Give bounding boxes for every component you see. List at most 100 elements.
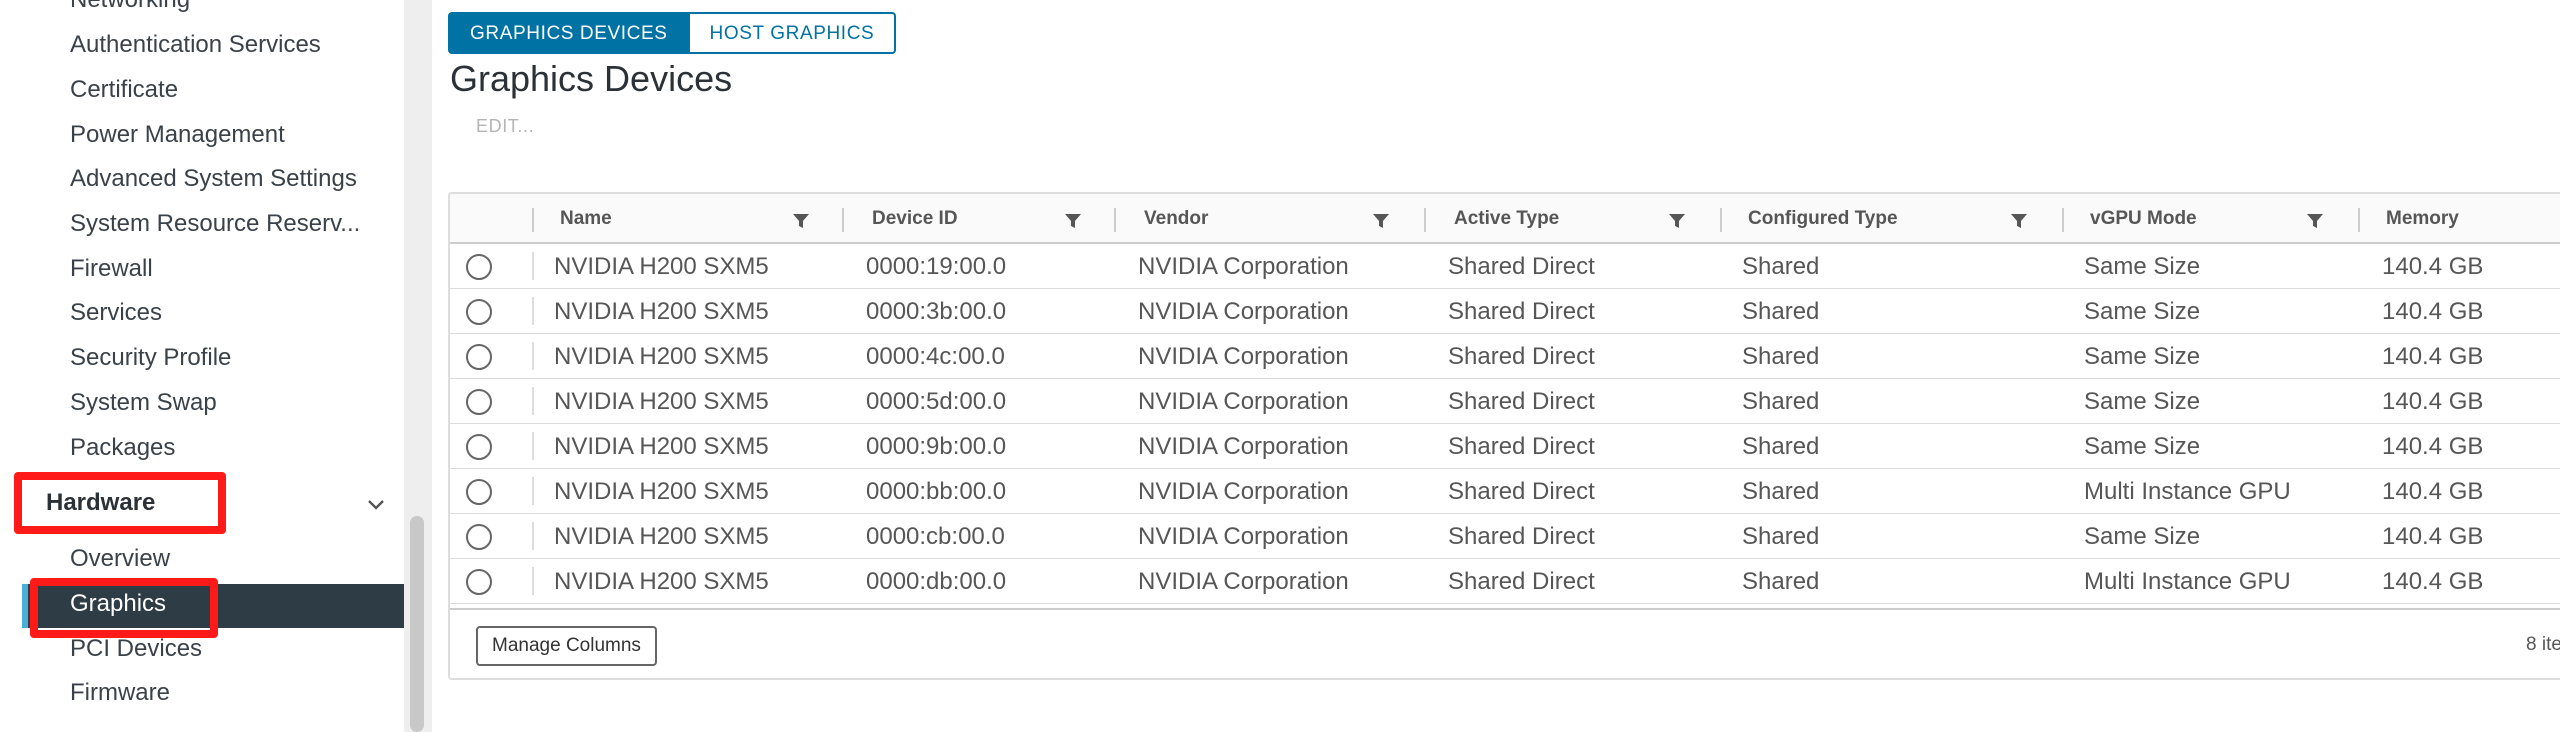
row-select-radio-icon[interactable]: [466, 479, 492, 505]
cell-name: NVIDIA H200 SXM5: [554, 253, 769, 280]
row-separator: [532, 432, 534, 460]
cell-vendor: NVIDIA Corporation: [1138, 388, 1349, 415]
sidebar-item-services[interactable]: Services: [70, 298, 162, 328]
cell-device-id: 0000:db:00.0: [866, 568, 1007, 595]
table-row[interactable]: NVIDIA H200 SXM5 0000:db:00.0 NVIDIA Cor…: [450, 559, 2560, 604]
sidebar-item-system-swap[interactable]: System Swap: [70, 388, 217, 418]
filter-icon[interactable]: [2010, 212, 2028, 230]
sidebar-item-networking[interactable]: Networking: [70, 0, 190, 14]
sidebar-item-advanced-system-settings[interactable]: Advanced System Settings: [70, 164, 357, 194]
cell-device-id: 0000:3b:00.0: [866, 298, 1007, 325]
column-header-vgpu-mode[interactable]: vGPU Mode: [2090, 208, 2197, 230]
column-separator[interactable]: [1720, 208, 1722, 232]
row-select-radio-icon[interactable]: [466, 569, 492, 595]
cell-active-type: Shared Direct: [1448, 478, 1595, 505]
sidebar-item-certificate[interactable]: Certificate: [70, 75, 178, 105]
cell-name: NVIDIA H200 SXM5: [554, 388, 769, 415]
sidebar-item-overview[interactable]: Overview: [70, 544, 170, 574]
sidebar-item-authentication-services[interactable]: Authentication Services: [70, 30, 321, 60]
cell-memory: 140.4 GB: [2382, 343, 2484, 370]
cell-name: NVIDIA H200 SXM5: [554, 343, 769, 370]
row-select-radio-icon[interactable]: [466, 254, 492, 280]
row-select-radio-icon[interactable]: [466, 344, 492, 370]
cell-name: NVIDIA H200 SXM5: [554, 523, 769, 550]
cell-name: NVIDIA H200 SXM5: [554, 433, 769, 460]
column-separator[interactable]: [1424, 208, 1426, 232]
sidebar-selected-accent: [22, 584, 28, 628]
cell-vendor: NVIDIA Corporation: [1138, 298, 1349, 325]
row-select-radio-icon[interactable]: [466, 299, 492, 325]
row-separator: [532, 297, 534, 325]
cell-memory: 140.4 GB: [2382, 388, 2484, 415]
column-header-active-type[interactable]: Active Type: [1454, 208, 1559, 230]
sidebar-item-firmware[interactable]: Firmware: [70, 678, 170, 708]
page-title: Graphics Devices: [450, 58, 733, 99]
sidebar-item-system-resource-reservation[interactable]: System Resource Reserv...: [70, 209, 360, 239]
cell-vendor: NVIDIA Corporation: [1138, 523, 1349, 550]
column-separator: [532, 208, 534, 232]
filter-icon[interactable]: [2306, 212, 2324, 230]
cell-device-id: 0000:bb:00.0: [866, 478, 1007, 505]
table-row[interactable]: NVIDIA H200 SXM5 0000:3b:00.0 NVIDIA Cor…: [450, 289, 2560, 334]
filter-icon[interactable]: [792, 212, 810, 230]
cell-active-type: Shared Direct: [1448, 343, 1595, 370]
column-header-memory[interactable]: Memory: [2386, 208, 2459, 230]
table-row[interactable]: NVIDIA H200 SXM5 0000:9b:00.0 NVIDIA Cor…: [450, 424, 2560, 469]
column-separator[interactable]: [842, 208, 844, 232]
column-header-vendor[interactable]: Vendor: [1144, 208, 1208, 230]
table-row[interactable]: NVIDIA H200 SXM5 0000:5d:00.0 NVIDIA Cor…: [450, 379, 2560, 424]
column-separator[interactable]: [2358, 208, 2360, 232]
sidebar-item-pci-devices[interactable]: PCI Devices: [70, 634, 202, 664]
cell-memory: 140.4 GB: [2382, 523, 2484, 550]
cell-configured-type: Shared: [1742, 478, 1820, 505]
cell-configured-type: Shared: [1742, 253, 1820, 280]
row-select-radio-icon[interactable]: [466, 434, 492, 460]
cell-device-id: 0000:9b:00.0: [866, 433, 1007, 460]
sidebar-item-security-profile[interactable]: Security Profile: [70, 343, 231, 373]
cell-vgpu-mode: Same Size: [2084, 388, 2201, 415]
cell-vendor: NVIDIA Corporation: [1138, 343, 1349, 370]
graphics-devices-grid: Name Device ID Vendor Active Type Config…: [448, 192, 2560, 680]
tab-graphics-devices[interactable]: GRAPHICS DEVICES: [448, 12, 690, 54]
cell-vendor: NVIDIA Corporation: [1138, 478, 1349, 505]
cell-vgpu-mode: Multi Instance GPU: [2084, 568, 2291, 595]
row-separator: [532, 387, 534, 415]
cell-memory: 140.4 GB: [2382, 568, 2484, 595]
cell-device-id: 0000:cb:00.0: [866, 523, 1005, 550]
cell-vendor: NVIDIA Corporation: [1138, 568, 1349, 595]
cell-name: NVIDIA H200 SXM5: [554, 298, 769, 325]
edit-button[interactable]: EDIT...: [476, 116, 534, 137]
row-select-radio-icon[interactable]: [466, 524, 492, 550]
sidebar-scrollbar-thumb[interactable]: [410, 516, 424, 732]
table-row[interactable]: NVIDIA H200 SXM5 0000:bb:00.0 NVIDIA Cor…: [450, 469, 2560, 514]
row-separator: [532, 522, 534, 550]
cell-vgpu-mode: Multi Instance GPU: [2084, 478, 2291, 505]
cell-vendor: NVIDIA Corporation: [1138, 433, 1349, 460]
sidebar-item-packages[interactable]: Packages: [70, 433, 175, 463]
sidebar-item-firewall[interactable]: Firewall: [70, 254, 153, 284]
cell-memory: 140.4 GB: [2382, 433, 2484, 460]
column-header-device-id[interactable]: Device ID: [872, 208, 958, 230]
filter-icon[interactable]: [1668, 212, 1686, 230]
manage-columns-button[interactable]: Manage Columns: [476, 626, 657, 666]
cell-active-type: Shared Direct: [1448, 568, 1595, 595]
cell-configured-type: Shared: [1742, 343, 1820, 370]
cell-configured-type: Shared: [1742, 298, 1820, 325]
filter-icon[interactable]: [1372, 212, 1390, 230]
table-row[interactable]: NVIDIA H200 SXM5 0000:cb:00.0 NVIDIA Cor…: [450, 514, 2560, 559]
column-separator[interactable]: [1114, 208, 1116, 232]
cell-vgpu-mode: Same Size: [2084, 523, 2201, 550]
sidebar-item-power-management[interactable]: Power Management: [70, 120, 285, 150]
column-header-configured-type[interactable]: Configured Type: [1748, 208, 1898, 230]
chevron-down-icon[interactable]: [364, 492, 388, 516]
cell-vendor: NVIDIA Corporation: [1138, 253, 1349, 280]
table-row[interactable]: NVIDIA H200 SXM5 0000:4c:00.0 NVIDIA Cor…: [450, 334, 2560, 379]
row-select-radio-icon[interactable]: [466, 389, 492, 415]
cell-name: NVIDIA H200 SXM5: [554, 568, 769, 595]
table-row[interactable]: NVIDIA H200 SXM5 0000:19:00.0 NVIDIA Cor…: [450, 244, 2560, 289]
column-header-name[interactable]: Name: [560, 208, 612, 230]
tab-host-graphics[interactable]: HOST GRAPHICS: [689, 12, 897, 54]
column-separator[interactable]: [2062, 208, 2064, 232]
filter-icon[interactable]: [1064, 212, 1082, 230]
cell-device-id: 0000:4c:00.0: [866, 343, 1005, 370]
